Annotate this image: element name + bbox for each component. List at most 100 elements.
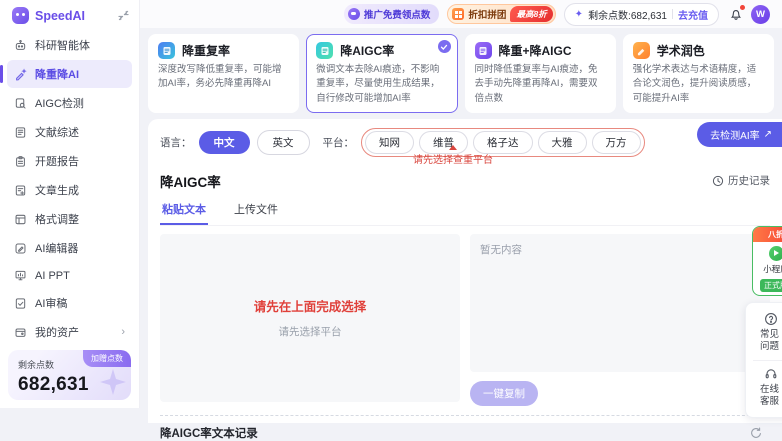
history-button[interactable]: 历史记录: [712, 173, 770, 188]
platform-option-daya[interactable]: 大雅: [538, 131, 587, 154]
reduce-aigc-icon: [316, 42, 333, 59]
sparkle-icon: [98, 367, 128, 397]
discount-label: 折扣拼团: [468, 7, 506, 21]
sidebar-item-ai-review[interactable]: AI审稿: [7, 289, 132, 317]
aigc-detect-icon: [14, 97, 27, 110]
sidebar-item-label: 我的资产: [35, 324, 79, 340]
article-icon: [14, 184, 27, 197]
discount-group-badge[interactable]: 折扣拼团 最高8折: [447, 4, 555, 24]
sidebar-item-label: AI PPT: [35, 270, 70, 282]
tab-upload-file[interactable]: 上传文件: [232, 198, 280, 225]
promo-badge-label: 推广免费领点数: [364, 7, 431, 21]
platform-hint: 请先选择查重平台: [378, 145, 528, 166]
copy-all-button[interactable]: 一键复制: [470, 381, 538, 406]
mode-card-reduce-aigc[interactable]: 降AIGC率 微调文本去除AI痕迹，不影响重复率，尽量使用生成结果，自行修改可能…: [306, 34, 457, 113]
detect-ai-button[interactable]: 去检测AI率 ↗: [697, 122, 782, 147]
mode-card-reduce-both[interactable]: 降重+降AIGC 同时降低重复率与AI痕迹，免去手动先降重再降AI，需要双倍点数: [465, 34, 616, 113]
service-label: 在线客服: [760, 384, 782, 409]
sidebar-item-label: AI编辑器: [35, 240, 78, 256]
hint-text: 请先选择查重平台: [378, 151, 528, 166]
app-title: SpeedAI: [35, 9, 112, 23]
panes: 请先在上面完成选择 请先选择平台 暂无内容 一键复制: [160, 234, 770, 406]
language-option-chinese[interactable]: 中文: [199, 131, 250, 154]
sidebar-item-my-assets[interactable]: 我的资产 ›: [7, 318, 132, 346]
mode-card-title: 降重+降AIGC: [499, 42, 572, 59]
sidebar: SpeedAI 科研智能体 降重降AI AIGC检测 文献综述 开题报告 文章生…: [0, 0, 140, 408]
sidebar-item-label: 格式调整: [35, 211, 79, 227]
sidebar-item-reduce-ai[interactable]: 降重降AI: [7, 60, 132, 88]
mode-card-reduce-duplicate[interactable]: 降重复率 深度改写降低重复率，可能增加AI率，务必先降重再降AI: [148, 34, 299, 113]
mini-discount-tag: 八折: [753, 227, 782, 242]
online-service-button[interactable]: 在线客服: [749, 363, 782, 413]
mini-program-name: 小程序: [753, 263, 782, 275]
format-icon: [14, 213, 27, 226]
mode-card-title: 学术润色: [657, 42, 705, 59]
reduce-both-icon: [475, 42, 492, 59]
logo-row: SpeedAI: [0, 0, 139, 29]
recharge-link[interactable]: 去充值: [678, 7, 708, 22]
tab-paste-text[interactable]: 粘贴文本: [160, 198, 208, 225]
robot-icon: [14, 39, 27, 52]
records-row: 降AIGC率文本记录: [160, 425, 770, 441]
help-widget: 常见问题 在线客服: [745, 302, 782, 418]
user-avatar[interactable]: W: [751, 5, 770, 24]
mode-card-academic-polish[interactable]: 学术润色 强化学术表达与术语精度，适合论文润色，提升阅读质感，可能提升AI率: [623, 34, 774, 113]
reduce-duplicate-icon: [158, 42, 175, 59]
faq-button[interactable]: 常见问题: [749, 308, 782, 358]
mini-program-icon: [769, 246, 782, 261]
assets-icon: [14, 326, 27, 339]
dashed-divider: [160, 415, 770, 416]
detect-ai-label: 去检测AI率: [710, 127, 759, 142]
selected-check-icon: [438, 40, 451, 53]
hint-arrow-icon: [449, 145, 457, 150]
headset-icon: [764, 367, 778, 381]
polish-pen-icon: [633, 42, 650, 59]
sidebar-item-research-agent[interactable]: 科研智能体: [7, 31, 132, 59]
platform-option-wanfang[interactable]: 万方: [592, 131, 641, 154]
notification-bell-icon[interactable]: [729, 7, 743, 21]
records-title: 降AIGC率文本记录: [160, 425, 258, 441]
output-column: 暂无内容 一键复制: [470, 234, 770, 406]
divider: [672, 9, 673, 19]
promo-badge[interactable]: 推广免费领点数: [344, 4, 440, 24]
refresh-icon[interactable]: [750, 427, 762, 439]
sidebar-item-label: AIGC检测: [35, 95, 84, 111]
language-option-english[interactable]: 英文: [257, 130, 310, 155]
discount-rate-badge: 最高8折: [510, 6, 552, 22]
mini-program-widget[interactable]: 八折 小程序 正式版: [752, 226, 782, 296]
points-pill[interactable]: ✦ 剩余点数:682,631 去充值: [564, 3, 719, 26]
points-plus-icon: ✦: [575, 9, 583, 20]
notification-dot: [740, 5, 745, 10]
review-icon: [14, 297, 27, 310]
mini-program-status: 正式版: [760, 279, 782, 292]
sidebar-item-ai-editor[interactable]: AI编辑器: [7, 234, 132, 262]
platform-label: 平台：: [323, 135, 355, 150]
proposal-icon: [14, 155, 27, 168]
history-label: 历史记录: [728, 173, 770, 188]
tabs: 粘贴文本 上传文件: [160, 198, 770, 226]
sidebar-item-literature-review[interactable]: 文献综述: [7, 118, 132, 146]
sidebar-item-label: 文章生成: [35, 182, 79, 198]
language-label: 语言：: [160, 135, 192, 150]
discount-icon: [452, 8, 464, 20]
output-pane: 暂无内容: [470, 234, 770, 372]
sidebar-item-article-generate[interactable]: 文章生成: [7, 176, 132, 204]
mascot-icon: [348, 8, 360, 20]
sidebar-item-proposal-report[interactable]: 开题报告: [7, 147, 132, 175]
collapse-sidebar-icon[interactable]: [118, 10, 129, 21]
bonus-points-badge[interactable]: 加赠点数: [83, 350, 131, 367]
sidebar-item-aigc-detect[interactable]: AIGC检测: [7, 89, 132, 117]
points-card[interactable]: 剩余点数 加赠点数 682,631 通用682,631 + Agent2,000: [8, 350, 131, 400]
sidebar-item-label: 降重降AI: [35, 66, 79, 82]
input-placeholder-title: 请先在上面完成选择: [254, 296, 367, 315]
sidebar-item-format-adjust[interactable]: 格式调整: [7, 205, 132, 233]
ppt-icon: [14, 269, 27, 282]
sidebar-item-ai-ppt[interactable]: AI PPT: [7, 263, 132, 288]
mode-card-title: 降重复率: [182, 42, 230, 59]
sidebar-item-label: 文献综述: [35, 124, 79, 140]
input-pane[interactable]: 请先在上面完成选择 请先选择平台: [160, 234, 460, 402]
sidebar-item-label: 科研智能体: [35, 37, 90, 53]
topbar: 推广免费领点数 折扣拼团 最高8折 ✦ 剩余点数:682,631 去充值 W: [140, 0, 782, 28]
arrow-up-right-icon: ↗: [764, 129, 772, 140]
magic-pen-icon: [14, 68, 27, 81]
